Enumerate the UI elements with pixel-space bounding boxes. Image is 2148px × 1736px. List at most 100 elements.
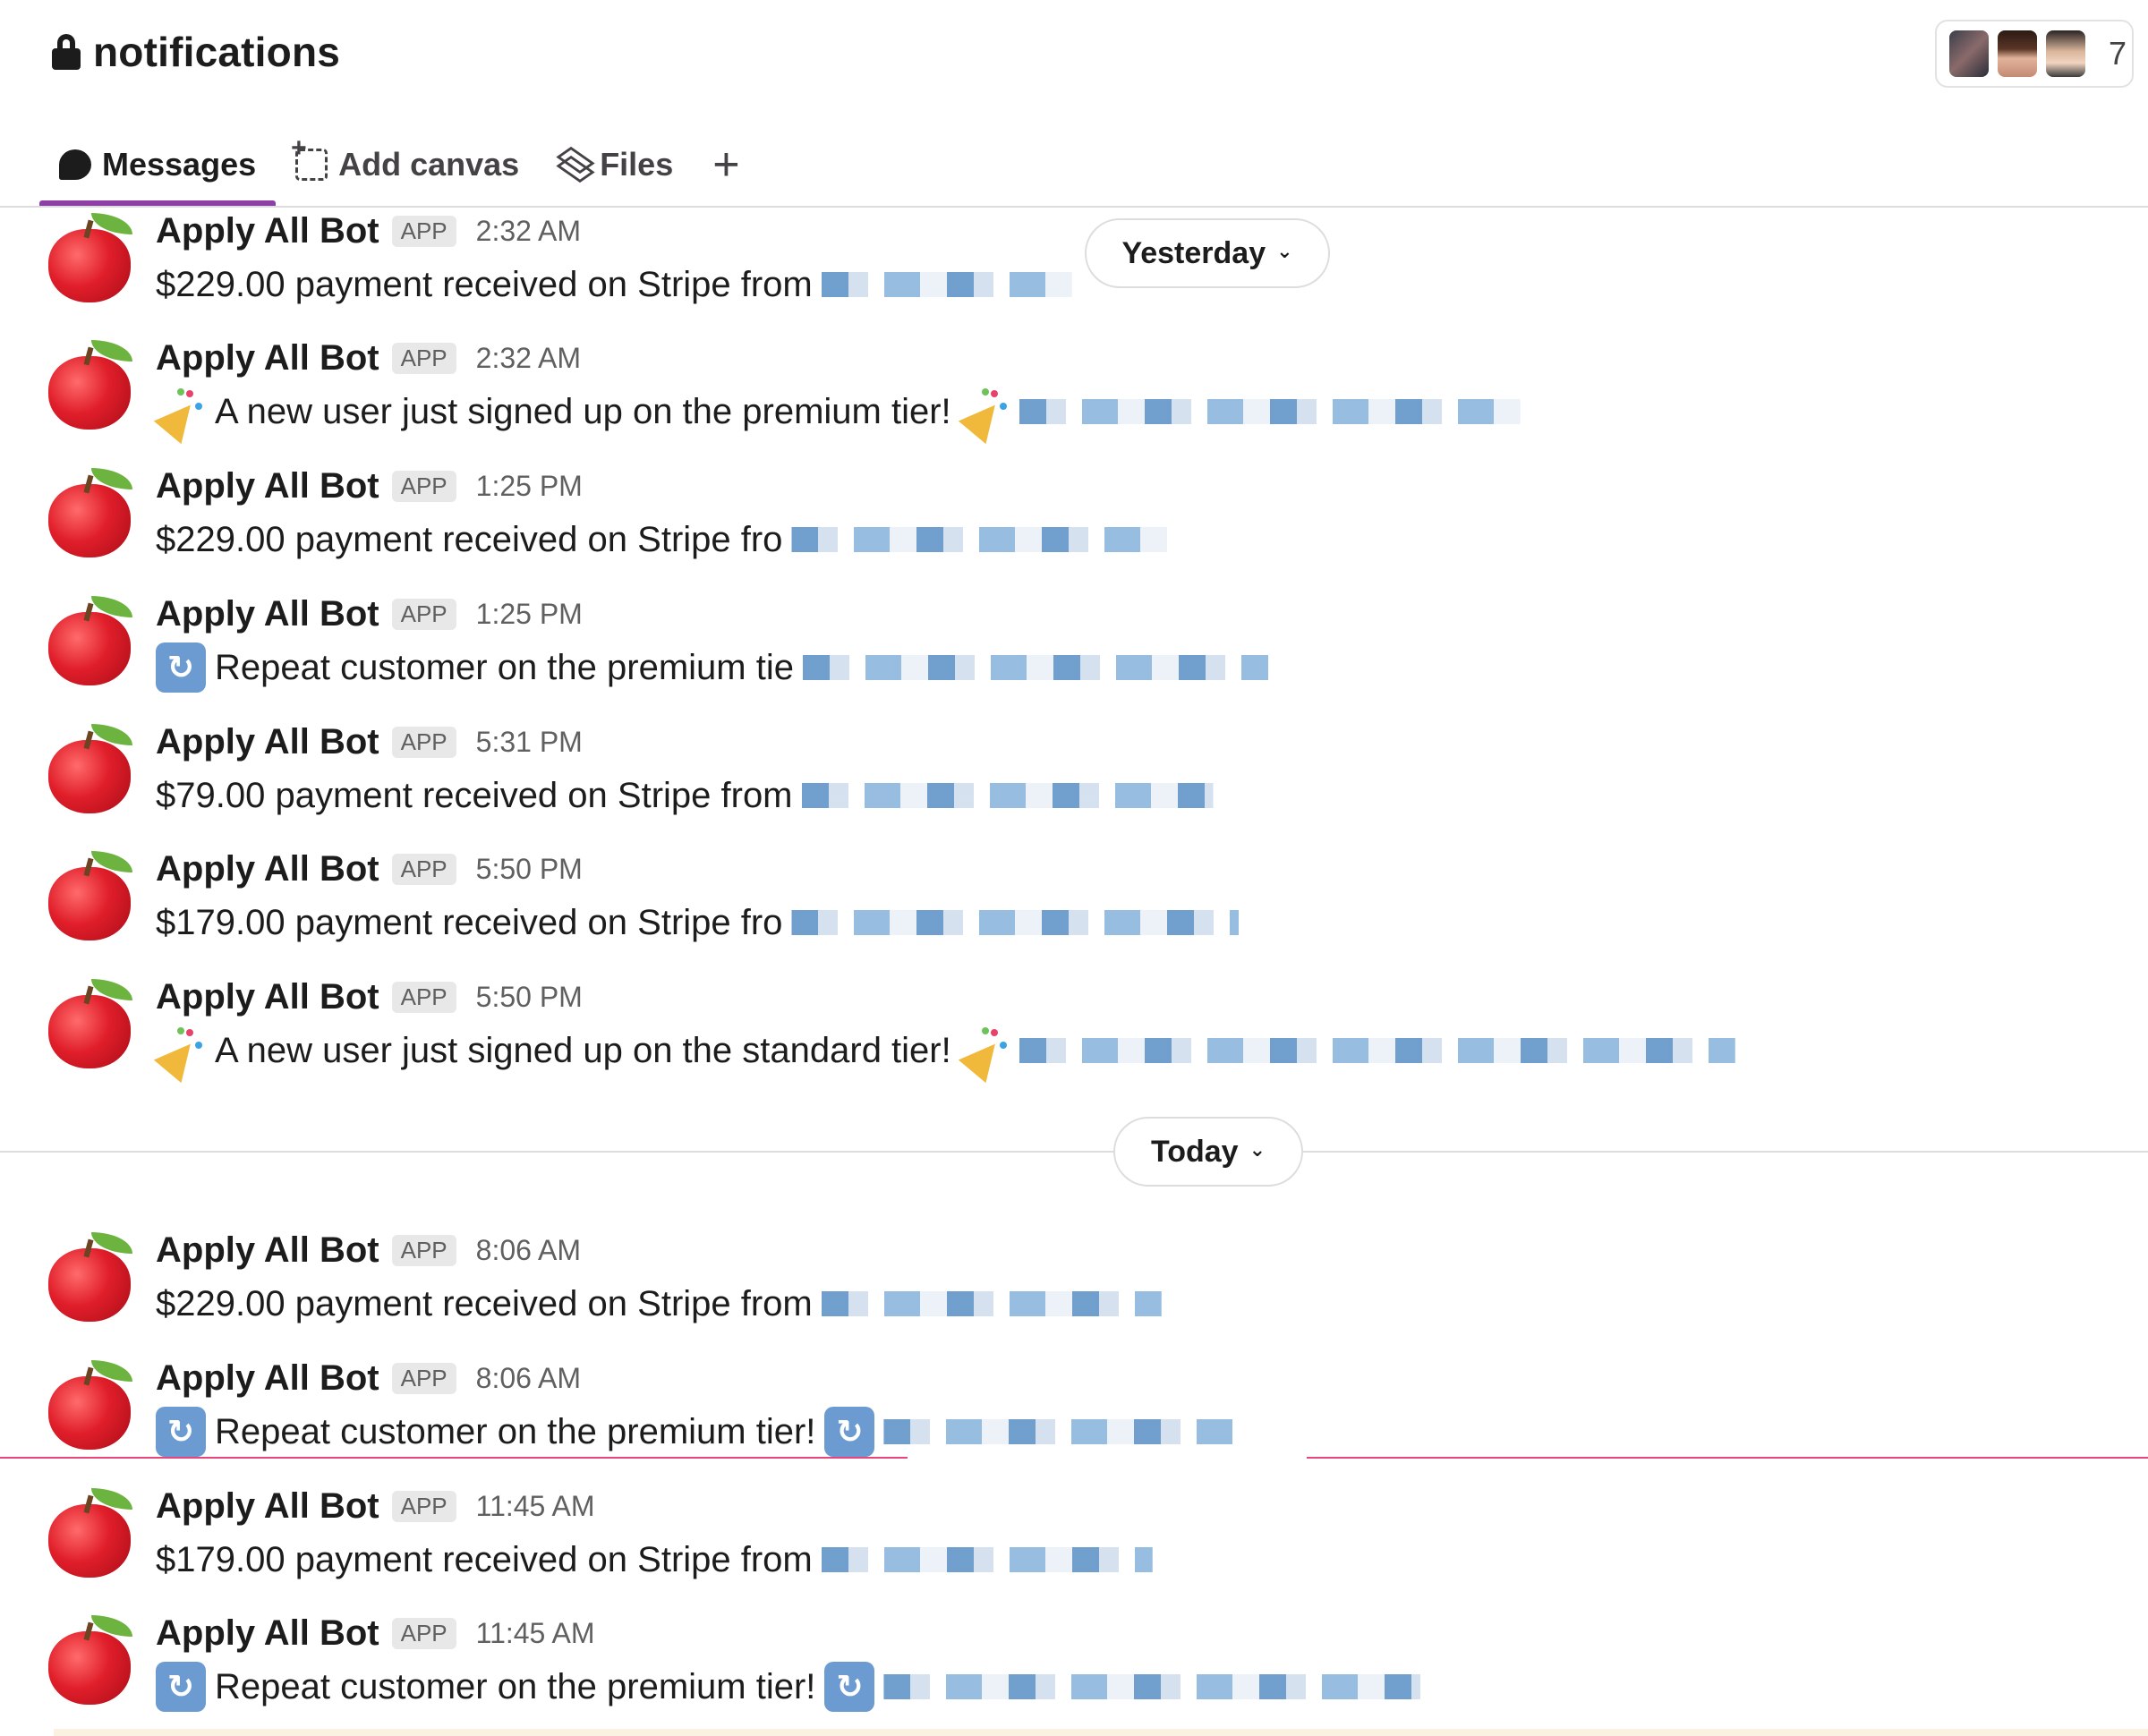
red-apple-icon[interactable] (45, 1360, 134, 1450)
party-popper-icon (958, 387, 1010, 445)
bot-name[interactable]: Apply All Bot (156, 849, 379, 889)
app-badge: APP (391, 1234, 456, 1266)
red-apple-icon[interactable] (45, 1232, 134, 1322)
red-apple-icon[interactable] (45, 851, 134, 940)
bot-name[interactable]: Apply All Bot (156, 1230, 379, 1271)
message-row[interactable]: Apply All Bot APP 11:45 AM $179.00 payme… (0, 1474, 2148, 1599)
date-pill-yesterday[interactable]: Yesterday ⌄ (1085, 218, 1330, 288)
redacted-email (801, 783, 1214, 808)
bot-name[interactable]: Apply All Bot (156, 1486, 379, 1527)
red-apple-icon[interactable] (45, 724, 134, 813)
app-badge: APP (391, 981, 456, 1013)
chevron-down-icon: ⌄ (1249, 1138, 1266, 1161)
app-badge: APP (391, 342, 456, 374)
redacted-email (883, 1419, 1233, 1444)
date-pill-label: Yesterday (1121, 235, 1266, 270)
date-pill-today[interactable]: Today ⌄ (1113, 1117, 1303, 1187)
message-timestamp[interactable]: 2:32 AM (476, 215, 581, 248)
red-apple-icon[interactable] (45, 213, 134, 302)
bot-name[interactable]: Apply All Bot (156, 722, 379, 762)
date-pill-label: Today (1150, 1134, 1239, 1169)
members-button[interactable]: 7 (1935, 20, 2134, 88)
red-apple-icon[interactable] (45, 340, 134, 430)
app-badge: APP (391, 1490, 456, 1522)
party-popper-icon (958, 1025, 1010, 1084)
app-badge: APP (391, 853, 456, 885)
message-text: Repeat customer on the premium tier! (215, 1666, 816, 1706)
message-timestamp[interactable]: 8:06 AM (476, 1234, 581, 1267)
avatar (1996, 29, 2039, 79)
avatar (1948, 29, 1990, 79)
tab-label: Messages (102, 146, 257, 183)
tab-label: Add canvas (338, 146, 520, 183)
repeat-icon: ↻ (156, 1407, 206, 1457)
lock-icon (52, 34, 81, 70)
bot-name[interactable]: Apply All Bot (156, 466, 379, 506)
new-messages-line (0, 1457, 908, 1459)
layers-icon (556, 146, 595, 183)
channel-title[interactable]: notifications (52, 23, 340, 81)
message-timestamp[interactable]: 11:45 AM (476, 1490, 595, 1523)
message-row[interactable]: Apply All Bot APP 11:45 AM ↻ Repeat cust… (0, 1601, 2148, 1726)
red-apple-icon[interactable] (45, 979, 134, 1068)
message-timestamp[interactable]: 5:50 PM (476, 981, 583, 1014)
day-divider (0, 1151, 2148, 1153)
tab-messages[interactable]: Messages (39, 125, 277, 206)
message-timestamp[interactable]: 11:45 AM (476, 1617, 595, 1650)
bot-name[interactable]: Apply All Bot (156, 594, 379, 634)
repeat-icon: ↻ (156, 642, 206, 693)
app-badge: APP (391, 1617, 456, 1649)
party-popper-icon (153, 387, 206, 445)
message-text: $229.00 payment received on Stripe from (156, 264, 813, 304)
red-apple-icon[interactable] (45, 1615, 134, 1705)
red-apple-icon[interactable] (45, 596, 134, 685)
message-row[interactable]: Apply All Bot APP 1:25 PM ↻ Repeat custo… (0, 582, 2148, 707)
tab-label: Files (600, 146, 674, 183)
red-apple-icon[interactable] (45, 468, 134, 557)
bot-name[interactable]: Apply All Bot (156, 338, 379, 379)
channel-name: notifications (93, 29, 341, 75)
bot-name[interactable]: Apply All Bot (156, 1358, 379, 1399)
new-messages-line (1307, 1457, 2148, 1459)
message-timestamp[interactable]: 2:32 AM (476, 342, 581, 375)
tab-add-canvas[interactable]: Add canvas (276, 125, 539, 204)
message-row[interactable]: Apply All Bot APP 2:32 AM A new user jus… (0, 326, 2148, 451)
bot-name[interactable]: Apply All Bot (156, 977, 379, 1017)
bot-name[interactable]: Apply All Bot (156, 211, 379, 251)
composer-edge (54, 1729, 2148, 1736)
message-timestamp[interactable]: 1:25 PM (476, 470, 583, 503)
redacted-email (821, 1547, 1153, 1572)
message-row[interactable]: Apply All Bot APP 5:50 PM $179.00 paymen… (0, 837, 2148, 962)
message-text: $229.00 payment received on Stripe from (156, 1283, 813, 1323)
app-badge: APP (391, 598, 456, 630)
bot-name[interactable]: Apply All Bot (156, 1613, 379, 1654)
message-timestamp[interactable]: 1:25 PM (476, 598, 583, 631)
message-text: $179.00 payment received on Stripe fro (156, 902, 783, 942)
message-bubble-icon (59, 149, 91, 180)
repeat-icon: ↻ (824, 1662, 875, 1712)
app-badge: APP (391, 215, 456, 247)
message-row[interactable]: Apply All Bot APP 8:06 AM ↻ Repeat custo… (0, 1346, 2148, 1471)
app-badge: APP (391, 470, 456, 502)
message-timestamp[interactable]: 5:50 PM (476, 853, 583, 886)
repeat-icon: ↻ (824, 1407, 875, 1457)
message-row[interactable]: Apply All Bot APP 5:50 PM A new user jus… (0, 965, 2148, 1090)
message-text: $229.00 payment received on Stripe fro (156, 519, 783, 559)
message-row[interactable]: Apply All Bot APP 2:32 AM $229.00 paymen… (0, 199, 2148, 324)
app-badge: APP (391, 1362, 456, 1394)
message-timestamp[interactable]: 8:06 AM (476, 1362, 581, 1395)
redacted-email (802, 655, 1268, 680)
repeat-icon: ↻ (156, 1662, 206, 1712)
message-text: A new user just signed up on the premium… (215, 391, 951, 431)
add-tab-button[interactable]: + (693, 138, 759, 191)
message-timestamp[interactable]: 5:31 PM (476, 726, 583, 759)
tab-files[interactable]: Files (539, 125, 693, 204)
message-row[interactable]: Apply All Bot APP 1:25 PM $229.00 paymen… (0, 454, 2148, 579)
message-text: $179.00 payment received on Stripe from (156, 1539, 813, 1579)
message-text: $79.00 payment received on Stripe from (156, 775, 793, 815)
red-apple-icon[interactable] (45, 1488, 134, 1578)
message-row[interactable]: Apply All Bot APP 5:31 PM $79.00 payment… (0, 710, 2148, 835)
channel-tabs: Messages Add canvas Files + (39, 125, 760, 206)
message-row[interactable]: Apply All Bot APP 8:06 AM $229.00 paymen… (0, 1218, 2148, 1343)
redacted-email (883, 1674, 1421, 1699)
